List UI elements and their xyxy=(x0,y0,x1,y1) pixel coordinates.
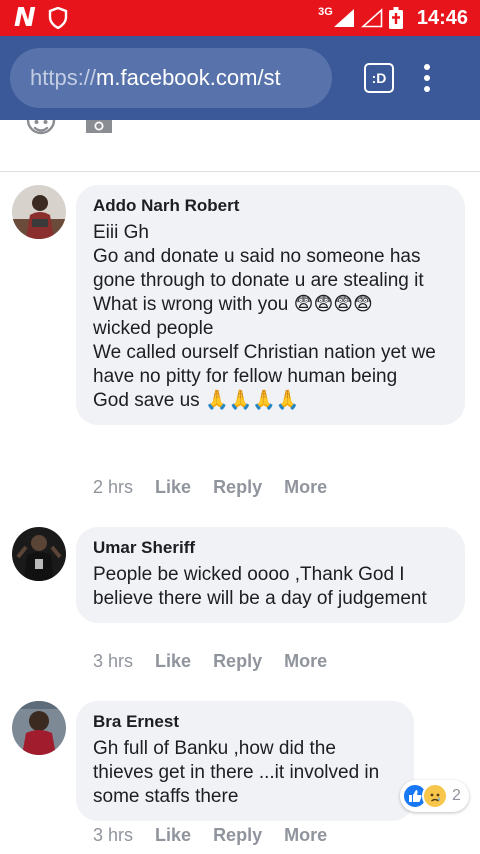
comment-line: People be wicked oooo ,Thank God I belie… xyxy=(93,564,427,609)
comment-line: What is wrong with you 😨😨😨😨 xyxy=(93,294,373,315)
comment-author[interactable]: Addo Narh Robert xyxy=(93,195,447,217)
tab-switcher-button[interactable]: :D xyxy=(364,63,394,93)
like-button[interactable]: Like xyxy=(155,651,191,672)
comment-author[interactable]: Umar Sheriff xyxy=(93,537,447,559)
avatar[interactable] xyxy=(12,701,66,755)
comment-actions: 3 hrs Like Reply More xyxy=(93,651,327,672)
more-button[interactable]: More xyxy=(284,825,327,846)
battery-charging-icon xyxy=(388,7,403,29)
comment-bubble: Bra Ernest Gh full of Banku ,how did the… xyxy=(76,701,414,821)
comment-line: Gh full of Banku ,how did the thieves ge… xyxy=(93,738,380,807)
signal-icon xyxy=(333,9,354,27)
comment-line: God save us 🙏🙏🙏🙏 xyxy=(93,390,300,411)
comment-line: wicked people xyxy=(93,318,214,339)
comment-line: Eiii Gh xyxy=(93,222,149,243)
like-button[interactable]: Like xyxy=(155,477,191,498)
comment-time[interactable]: 3 hrs xyxy=(93,651,133,672)
reaction-summary[interactable]: 2 xyxy=(400,780,469,812)
reaction-count: 2 xyxy=(452,787,461,804)
avatar[interactable] xyxy=(12,527,66,581)
comment-actions: 3 hrs Like Reply More xyxy=(93,825,327,846)
comment-bubble: Addo Narh Robert Eiii Gh Go and donate u… xyxy=(76,185,465,425)
browser-menu-button[interactable] xyxy=(424,64,430,92)
url-host: m.facebook.com/st xyxy=(96,65,281,90)
news-app-icon: N xyxy=(14,3,36,33)
sad-reaction-icon xyxy=(422,783,448,809)
reply-button[interactable]: Reply xyxy=(213,477,262,498)
shield-icon xyxy=(48,7,67,29)
comment-composer xyxy=(0,119,480,172)
clock: 14:46 xyxy=(416,6,468,29)
comment-bubble: Umar Sheriff People be wicked oooo ,Than… xyxy=(76,527,465,623)
comment-author[interactable]: Bra Ernest xyxy=(93,711,396,733)
more-button[interactable]: More xyxy=(284,651,327,672)
status-bar: N 3G 14:46 xyxy=(0,0,480,36)
reply-button[interactable]: Reply xyxy=(213,825,262,846)
like-button[interactable]: Like xyxy=(155,825,191,846)
comment-line: We called ourself Christian nation yet w… xyxy=(93,342,436,387)
comment-actions: 2 hrs Like Reply More xyxy=(93,477,327,498)
comment-line: Go and donate u said no someone has gone… xyxy=(93,246,424,291)
avatar[interactable] xyxy=(12,185,66,239)
camera-icon[interactable] xyxy=(86,116,112,134)
comment-time[interactable]: 2 hrs xyxy=(93,477,133,498)
signal-empty-icon xyxy=(360,8,383,28)
url-protocol: https:// xyxy=(30,65,97,90)
network-type: 3G xyxy=(318,6,333,18)
emoji-icon[interactable] xyxy=(26,116,56,144)
comment-time[interactable]: 3 hrs xyxy=(93,825,133,846)
reply-button[interactable]: Reply xyxy=(213,651,262,672)
more-button[interactable]: More xyxy=(284,477,327,498)
address-bar[interactable]: https://m.facebook.com/st xyxy=(10,48,332,108)
browser-toolbar: https://m.facebook.com/st :D xyxy=(0,36,480,120)
